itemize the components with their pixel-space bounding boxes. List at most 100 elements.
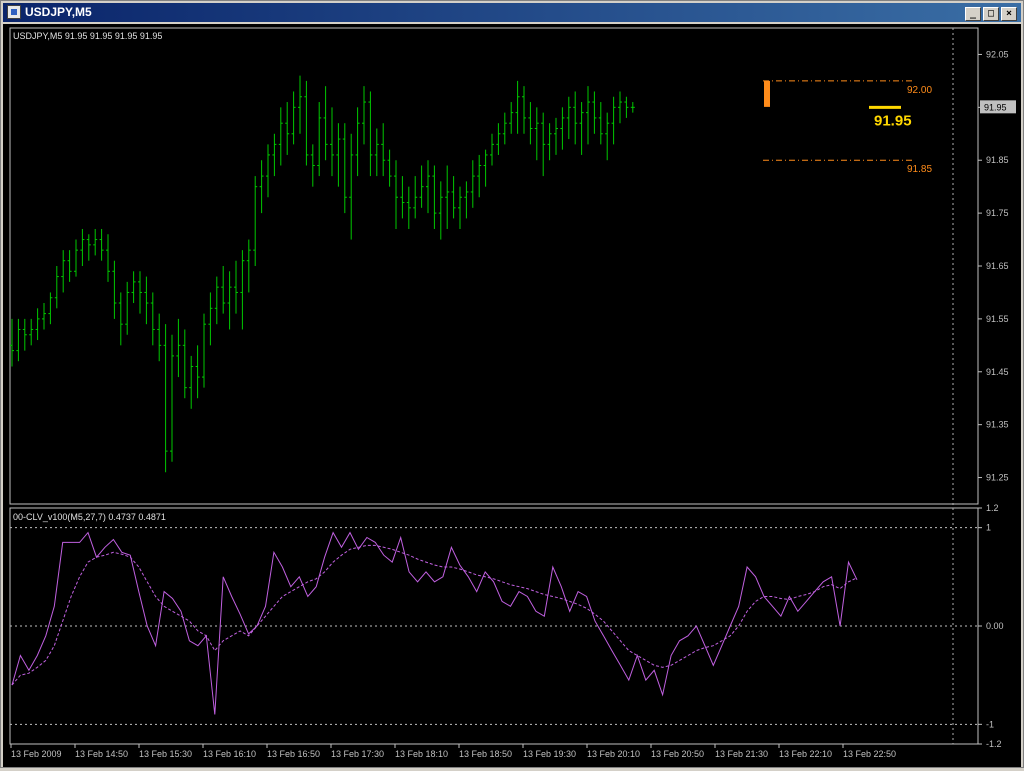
ohlc-bar — [592, 91, 597, 134]
price-tick-label: 91.55 — [986, 314, 1009, 324]
ohlc-bar — [477, 154, 482, 198]
clv-line — [11, 531, 858, 715]
ohlc-bar — [509, 102, 514, 134]
time-tick-label: 13 Feb 14:50 — [75, 749, 128, 759]
ohlc-bar — [381, 123, 386, 177]
ohlc-bar — [278, 107, 283, 166]
chart-area[interactable]: USDJPY,M5 91.95 91.95 91.95 91.95 00-CLV… — [3, 24, 1021, 767]
ohlc-bar — [253, 176, 258, 266]
ohlc-bar — [630, 102, 635, 113]
ohlc-bar — [182, 329, 187, 399]
price-tick-label: 91.65 — [986, 261, 1009, 271]
chart-canvas[interactable]: USDJPY,M5 91.95 91.95 91.95 91.95 00-CLV… — [3, 24, 1021, 767]
price-tick-label: 91.25 — [986, 473, 1009, 483]
time-tick-label: 13 Feb 2009 — [11, 749, 62, 759]
ohlc-bar — [323, 86, 328, 161]
main-chart-header: USDJPY,M5 91.95 91.95 91.95 91.95 — [13, 31, 162, 41]
window-title: USDJPY,M5 — [25, 5, 92, 19]
ohlc-bar — [42, 303, 46, 330]
minimize-button[interactable]: _ — [965, 7, 981, 21]
ohlc-bar — [515, 80, 520, 134]
ohlc-bar — [16, 318, 21, 362]
ohlc-bar — [170, 334, 174, 462]
ohlc-bar — [336, 123, 341, 187]
ohlc-bar — [400, 176, 405, 219]
ohlc-bar — [291, 91, 296, 145]
ohlc-bar — [445, 165, 450, 229]
ohlc-bar — [362, 86, 366, 145]
ohlc-bar — [29, 318, 34, 346]
ohlc-bar — [458, 186, 462, 229]
ohlc-bar — [208, 292, 213, 346]
time-tick-label: 13 Feb 18:10 — [395, 749, 448, 759]
ohlc-bar — [317, 102, 322, 177]
ohlc-bar — [534, 107, 539, 161]
lower-level-label: 91.85 — [907, 164, 932, 175]
ohlc-bar — [195, 345, 200, 399]
ohlc-bar — [342, 123, 347, 214]
ohlc-bar — [566, 96, 571, 140]
ohlc-bar — [618, 91, 622, 124]
ohlc-bar — [86, 234, 91, 261]
ohlc-bar — [266, 144, 270, 198]
ohlc-bar — [438, 181, 443, 240]
ohlc-bar — [240, 250, 245, 330]
ohlc-bar — [150, 292, 155, 346]
ohlc-bar — [93, 228, 98, 256]
ohlc-bar — [118, 292, 123, 346]
ohlc-bar — [35, 308, 40, 341]
ohlc-bar — [163, 324, 168, 473]
ohlc-bar — [522, 86, 526, 134]
ohlc-bar — [490, 133, 494, 166]
ohlc-bar — [611, 96, 616, 145]
ohlc-bar — [22, 318, 27, 351]
ohlc-bar — [413, 176, 418, 219]
ohlc-bar — [304, 80, 309, 166]
ohlc-bar — [202, 313, 206, 388]
indicator-tick-label: 1 — [986, 523, 991, 533]
ohlc-bar — [406, 186, 411, 229]
ohlc-bar — [189, 355, 194, 409]
ohlc-bar — [528, 102, 533, 145]
ohlc-bar — [598, 102, 603, 145]
ohlc-bar — [48, 292, 53, 325]
time-tick-label: 13 Feb 17:30 — [331, 749, 384, 759]
ohlc-bar — [74, 239, 78, 277]
ohlc-bar — [554, 117, 558, 155]
time-tick-label: 13 Feb 16:50 — [267, 749, 320, 759]
time-tick-label: 13 Feb 20:50 — [651, 749, 704, 759]
window-app-icon — [7, 5, 21, 19]
ohlc-bar — [355, 107, 360, 177]
ohlc-bar — [349, 133, 354, 240]
ohlc-bar — [464, 181, 469, 219]
ohlc-bar — [131, 271, 136, 304]
clv-signal-line — [11, 544, 858, 686]
ohlc-bar — [502, 112, 507, 145]
indicator-tick-label: 0.00 — [986, 621, 1004, 631]
ohlc-bar — [112, 260, 117, 319]
time-tick-label: 13 Feb 20:10 — [587, 749, 640, 759]
time-tick-label: 13 Feb 22:50 — [843, 749, 896, 759]
maximize-button[interactable]: □ — [983, 7, 999, 21]
indicator-tick-label: 1.2 — [986, 503, 999, 513]
ohlc-bar — [432, 165, 437, 229]
big-price-label: 91.95 — [874, 112, 912, 129]
ohlc-bar — [144, 276, 149, 325]
window-titlebar[interactable]: USDJPY,M5 _ □ × — [3, 3, 1021, 22]
time-tick-label: 13 Feb 22:10 — [779, 749, 832, 759]
ohlc-bar — [374, 128, 379, 177]
time-tick-label: 13 Feb 21:30 — [715, 749, 768, 759]
time-tick-label: 13 Feb 15:30 — [139, 749, 192, 759]
ohlc-bar — [246, 239, 251, 293]
ohlc-bar — [99, 228, 104, 261]
ohlc-bar — [394, 160, 398, 229]
ohlc-bar — [157, 313, 162, 362]
ohlc-bar — [234, 260, 238, 314]
indicator-header: 00-CLV_v100(M5,27,7) 0.4737 0.4871 — [13, 512, 166, 522]
ohlc-bar — [54, 266, 59, 309]
ohlc-bar — [368, 91, 373, 177]
upper-level-label: 92.00 — [907, 85, 932, 96]
ohlc-bar — [419, 165, 424, 208]
close-button[interactable]: × — [1001, 7, 1017, 21]
ohlc-bar — [61, 250, 66, 293]
